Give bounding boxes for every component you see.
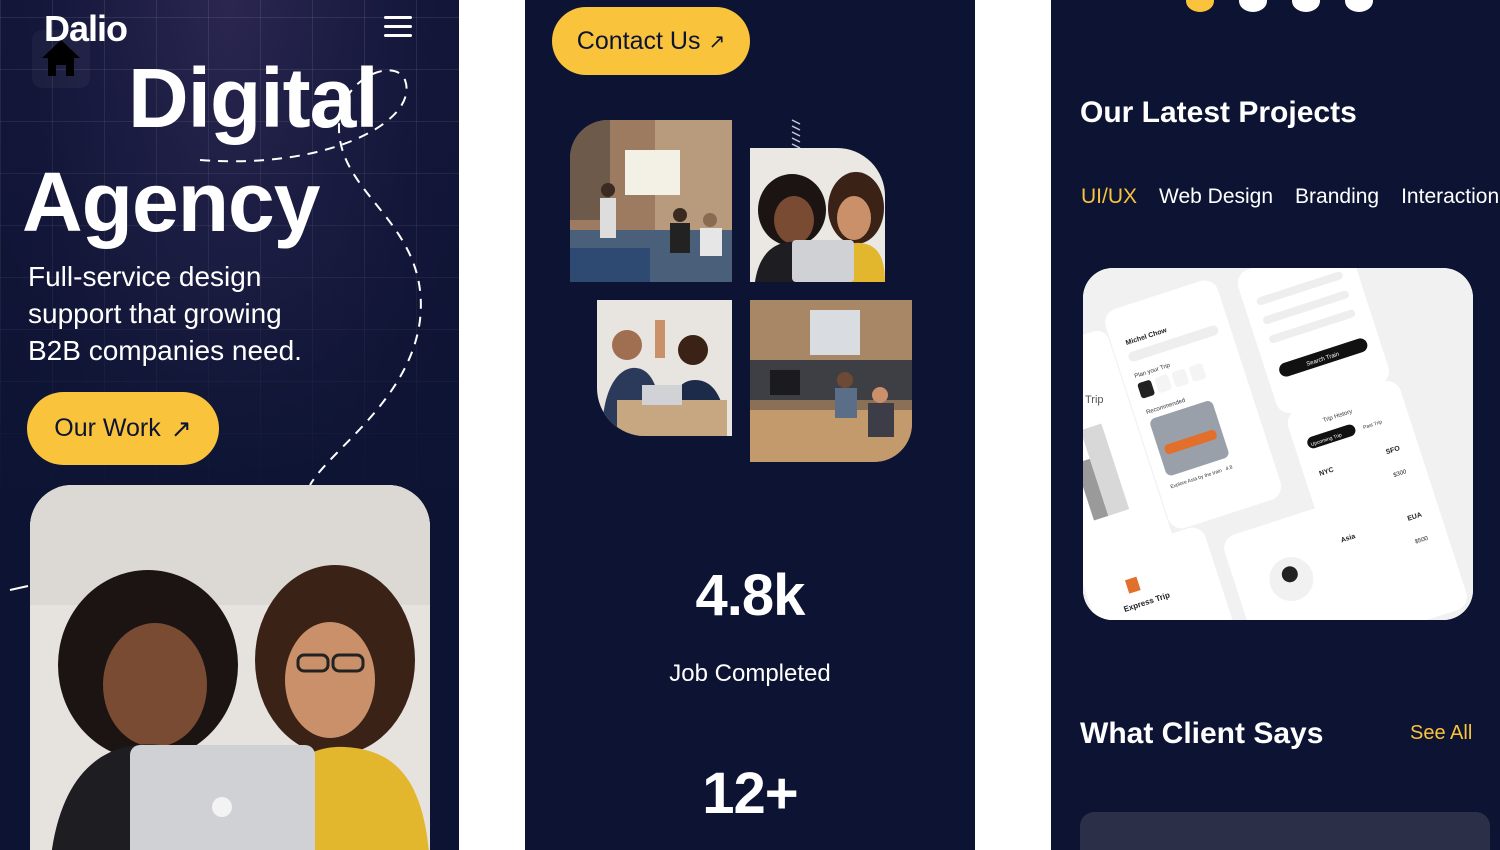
screen-projects: Our Latest Projects UI/UX Web Design Bra… <box>1051 0 1500 850</box>
stat-jobs-value: 4.8k <box>695 563 806 628</box>
tab-web-design[interactable]: Web Design <box>1159 185 1273 209</box>
striped-decoration <box>791 119 801 149</box>
hero-photo <box>30 485 430 850</box>
hamburger-menu-icon[interactable] <box>384 16 412 38</box>
screen-about: Contact Us ↗ 4.8k Job Completed 12+ <box>525 0 975 850</box>
our-work-button[interactable]: Our Work ↗ <box>27 392 219 465</box>
carousel-dot[interactable] <box>1345 0 1373 12</box>
project-category-tabs: UI/UX Web Design Branding Interaction <box>1081 185 1499 209</box>
projects-section-title: Our Latest Projects <box>1080 96 1357 129</box>
headline-line1: Digital <box>128 51 379 145</box>
carousel-dots <box>1186 0 1373 12</box>
tab-branding[interactable]: Branding <box>1295 185 1379 209</box>
hero-subtitle: Full-service design support that growing… <box>28 261 302 366</box>
logo[interactable]: Dalio <box>44 8 128 50</box>
headline-line2: Agency <box>22 155 320 249</box>
contact-us-button-label: Contact Us <box>576 26 701 55</box>
arrow-up-right-icon: ↗ <box>708 30 726 53</box>
see-all-link[interactable]: See All <box>1410 722 1472 745</box>
contact-us-button[interactable]: Contact Us ↗ <box>552 7 750 75</box>
tab-interaction[interactable]: Interaction <box>1401 185 1499 209</box>
carousel-dot[interactable] <box>1239 0 1267 12</box>
two-women-laptop-photo <box>750 148 885 282</box>
stat-second-value: 12+ <box>702 761 798 826</box>
tab-uiux[interactable]: UI/UX <box>1081 185 1137 209</box>
open-office-photo <box>750 300 912 462</box>
clients-section-title: What Client Says <box>1080 717 1324 750</box>
our-work-button-label: Our Work <box>54 414 161 442</box>
screen-home-hero: Dalio Digital Agency Full-service design… <box>0 0 459 850</box>
project-preview-card[interactable]: Trip Michel Chow Plan your Trip Recommen… <box>1083 268 1473 620</box>
stat-jobs-label: Job Completed <box>669 660 831 687</box>
carousel-dot[interactable] <box>1292 0 1320 12</box>
carousel-dot[interactable] <box>1186 0 1214 12</box>
arrow-up-right-icon: ↗ <box>170 414 192 443</box>
high-five-meeting-photo <box>597 300 732 436</box>
client-testimonial-card <box>1080 812 1490 850</box>
team-meeting-photo <box>570 120 732 282</box>
trip-label: Trip <box>1085 394 1104 406</box>
